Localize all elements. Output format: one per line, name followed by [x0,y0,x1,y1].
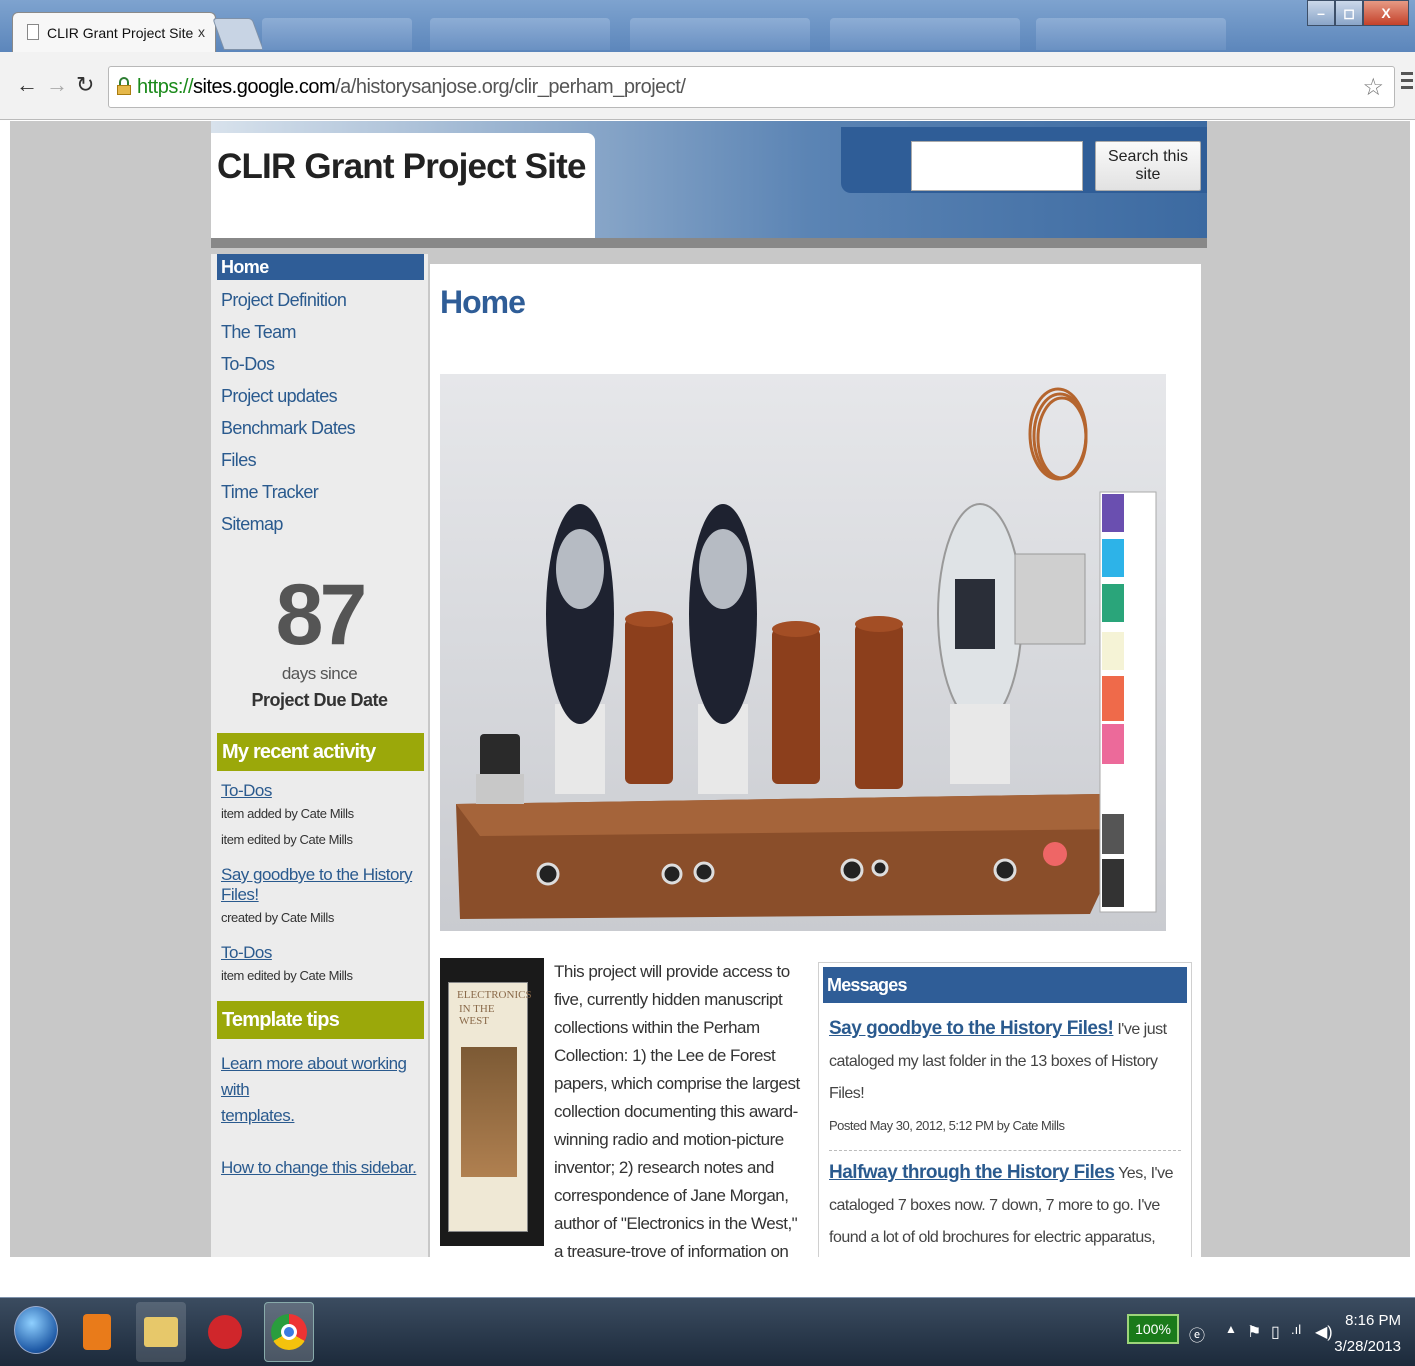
template-tips-title: Template tips [217,1001,424,1039]
change-sidebar-link[interactable]: How to change this sidebar. [221,1155,428,1181]
activity-item: To-Dos item added by Cate Mills item edite… [211,781,428,853]
title-box: CLIR Grant Project Site [211,133,595,238]
sidebar-item-home[interactable]: Home [217,254,424,280]
recent-activity-list: To-Dos item added by Cate Mills item edite… [211,781,428,989]
volume-icon[interactable]: ◀) [1315,1322,1333,1342]
search-area: Search this site [841,127,1207,193]
recent-activity-title: My recent activity [217,733,424,771]
activity-meta: item edited by Cate Mills [221,832,353,847]
message-title-link[interactable]: Say goodbye to the History Files! [829,1018,1114,1039]
browser-tab[interactable] [630,18,810,50]
search-button[interactable]: Search this site [1095,141,1201,191]
app-icon[interactable] [200,1302,250,1362]
start-button[interactable] [14,1306,58,1354]
countdown-number: 87 [275,567,368,663]
sidebar-item-project-definition[interactable]: Project Definition [217,286,424,318]
clock-time[interactable]: 8:16 PM [1345,1312,1401,1329]
clock-date[interactable]: 3/28/2013 [1334,1338,1401,1355]
tab-title: CLIR Grant Project Site [47,25,194,41]
activity-meta: item added by Cate Mills [221,806,354,821]
messages-title: Messages [823,967,1187,1003]
browser-toolbar: ← → ↻ https://sites.google.com/a/history… [0,52,1415,120]
site-title[interactable]: CLIR Grant Project Site [217,147,586,187]
browser-tab-strip: CLIR Grant Project Site x – ◻ X [0,0,1415,52]
sidebar-nav: Home Project Definition The Team To-Dos Proj… [211,254,428,542]
battery-icon[interactable]: ▯ [1271,1322,1280,1342]
battery-badge[interactable]: 100% [1127,1314,1179,1344]
activity-item: Say goodbye to the History Files! created… [211,865,428,931]
sidebar-item-the-team[interactable]: The Team [217,318,424,350]
site-container: CLIR Grant Project Site Search this site… [211,121,1207,1257]
show-hidden-icons[interactable]: ▲ [1225,1322,1237,1336]
site-header: CLIR Grant Project Site Search this site [211,121,1207,238]
message-item: Halfway through the History Files Yes, I… [829,1150,1181,1257]
activity-link[interactable]: To-Dos [221,943,428,963]
activity-link[interactable]: To-Dos [221,781,428,801]
sidebar: Home Project Definition The Team To-Dos Proj… [211,254,428,1257]
minimize-icon[interactable]: – [1307,0,1335,26]
sidebar-item-benchmark-dates[interactable]: Benchmark Dates [217,414,424,446]
reload-icon[interactable]: ↻ [76,72,94,98]
new-tab-button[interactable] [212,18,264,50]
sidebar-item-to-dos[interactable]: To-Dos [217,350,424,382]
page-icon [27,24,39,40]
messages-gadget: Messages Say goodbye to the History File… [818,962,1192,1257]
url-text[interactable]: https://sites.google.com/a/historysanjos… [137,76,686,99]
main-content: Home ELECTRONICS IN THE WEST This projec… [430,264,1201,1257]
browser-tab[interactable] [430,18,610,50]
header-divider [211,238,1207,248]
messages-list: Say goodbye to the History Files! I've j… [819,1007,1191,1257]
countdown-label: days since [281,664,358,683]
search-input[interactable] [911,141,1083,191]
activity-item: To-Dos item edited by Cate Mills [211,943,428,989]
countdown-event: Project Due Date [251,690,388,710]
menu-icon[interactable] [1401,72,1413,93]
browser-tab[interactable] [262,18,412,50]
address-bar[interactable]: https://sites.google.com/a/historysanjos… [108,66,1395,108]
activity-link[interactable]: Say goodbye to the History Files! [221,865,428,905]
back-icon[interactable]: ← [16,72,38,98]
power-plug-icon[interactable]: ⓔ [1189,1322,1205,1346]
book-cover-image: ELECTRONICS IN THE WEST [440,958,544,1246]
action-center-flag-icon[interactable]: ⚑ [1247,1322,1261,1342]
intro-text: This project will provide access to five… [554,962,800,1257]
countdown-gadget: 87 days since Project Due Date [211,572,428,711]
activity-meta: created by Cate Mills [221,910,334,925]
file-explorer-icon[interactable] [136,1302,186,1362]
bookmark-star-icon[interactable]: ☆ [1362,73,1384,102]
media-player-icon[interactable] [72,1302,122,1362]
window-controls: – ◻ X [1307,0,1409,38]
activity-meta: item edited by Cate Mills [221,968,353,983]
sidebar-item-project-updates[interactable]: Project updates [217,382,424,414]
forward-icon[interactable]: → [46,72,68,98]
browser-tab[interactable] [1036,18,1226,50]
browser-tab-active[interactable]: CLIR Grant Project Site x [12,12,216,52]
message-item: Say goodbye to the History Files! I've j… [829,1007,1181,1150]
sidebar-item-files[interactable]: Files [217,446,424,478]
sidebar-item-time-tracker[interactable]: Time Tracker [217,478,424,510]
lock-icon [117,77,131,95]
chrome-icon[interactable] [264,1302,314,1362]
sidebar-item-sitemap[interactable]: Sitemap [217,510,424,542]
page-title: Home [440,284,526,320]
restore-icon[interactable]: ◻ [1335,0,1363,26]
message-meta: Posted May 30, 2012, 5:12 PM by Cate Mil… [829,1118,1065,1133]
network-signal-icon[interactable]: .ıl [1291,1322,1301,1337]
learn-templates-link[interactable]: Learn more about working with templates. [221,1051,428,1129]
windows-taskbar: 100% ⓔ ▲ ⚑ ▯ .ıl ◀) 8:16 PM 3/28/2013 [0,1297,1415,1366]
tab-close-button[interactable]: x [198,24,205,40]
system-tray: 100% ⓔ ▲ ⚑ ▯ .ıl ◀) 8:16 PM 3/28/2013 [1115,1298,1415,1366]
message-title-link[interactable]: Halfway through the History Files [829,1162,1115,1183]
hero-image-radio-apparatus [440,374,1166,931]
close-window-icon[interactable]: X [1363,0,1409,26]
page-viewport: CLIR Grant Project Site Search this site… [10,121,1410,1257]
template-tips-list: Learn more about working with templates. … [211,1051,428,1181]
browser-tab[interactable] [830,18,1020,50]
